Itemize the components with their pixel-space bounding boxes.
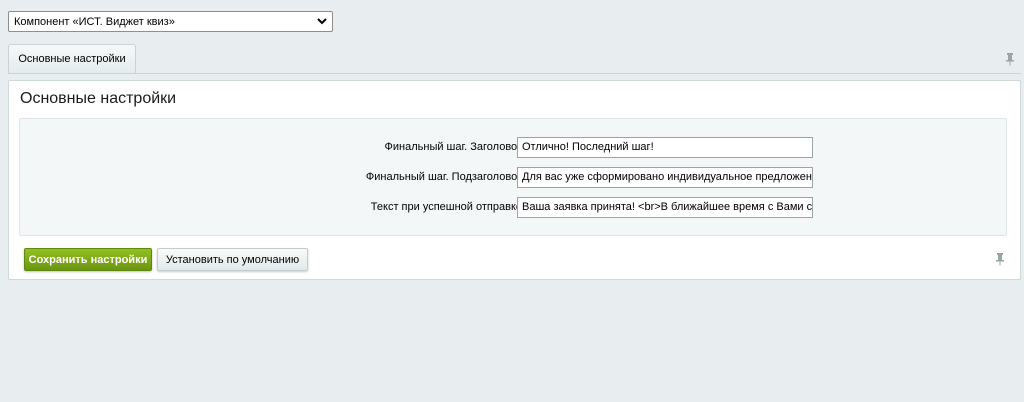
tab-label: Основные настройки [18,53,126,65]
field-label: Финальный шаг. Подзаголовок [365,171,522,183]
field-row-final-subtitle: Финальный шаг. Подзаголовок Для вас уже … [20,167,1008,188]
pin-icon[interactable] [1005,52,1015,66]
success-text-input[interactable]: Ваша заявка принята! <br>В ближайшее вре… [517,197,813,218]
final-title-input[interactable]: Отлично! Последний шаг! [517,137,813,158]
tab-main-settings[interactable]: Основные настройки [8,44,136,73]
tab-strip: Основные настройки [8,44,1021,74]
final-subtitle-input[interactable]: Для вас уже сформировано индивидуальное … [517,167,813,188]
component-select[interactable]: Компонент «ИСТ. Виджет квиз» [8,11,333,32]
set-default-button[interactable]: Установить по умолчанию [157,248,308,271]
field-label: Финальный шаг. Заголовок [384,141,522,153]
panel-title: Основные настройки [20,90,177,107]
field-row-final-title: Финальный шаг. Заголовок Отлично! Послед… [20,137,1008,158]
fields-box: Финальный шаг. Заголовок Отлично! Послед… [19,118,1007,236]
save-settings-button[interactable]: Сохранить настройки [24,248,152,271]
field-row-success-text: Текст при успешной отправке Ваша заявка … [20,197,1008,218]
settings-panel: Основные настройки Финальный шаг. Заголо… [8,80,1021,280]
pin-icon[interactable] [995,252,1005,266]
chevron-down-icon [317,18,327,25]
component-select-value: Компонент «ИСТ. Виджет квиз» [14,15,175,28]
field-label: Текст при успешной отправке [370,201,522,213]
